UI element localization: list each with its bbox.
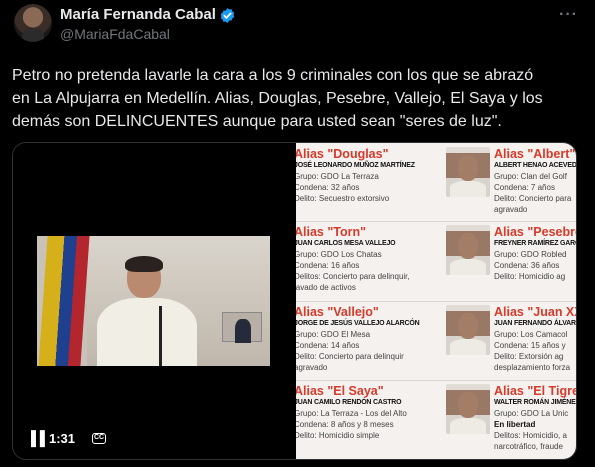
card-name: JUAN CARLOS MESA VALLEJO	[296, 240, 396, 247]
card-detail: Condena: 32 años	[296, 183, 360, 192]
infographic-card: Alias "Albert" ALBERT HENAO ACEVEDO Grup…	[494, 147, 577, 221]
infographic-card: Alias "El Saya" JUAN CAMILO RENDÓN CASTR…	[296, 384, 444, 458]
tweet-text: Petro no pretenda lavarle la cara a los …	[12, 64, 584, 133]
card-alias: Alias "El Saya"	[296, 384, 384, 398]
tweet-line: demás son DELINCUENTES aunque para usted…	[12, 113, 502, 130]
mugshot-photo	[446, 225, 490, 275]
mugshot-photo	[446, 305, 490, 355]
card-alias: Alias "Douglas"	[296, 147, 389, 161]
video-time: 1:31	[49, 431, 76, 446]
card-detail: Condena: 16 años	[296, 261, 360, 270]
card-detail: Grupo: GDO La Terraza	[296, 172, 379, 181]
card-detail: Grupo: La Terraza - Los del Alto	[296, 409, 407, 418]
card-alias: Alias "Torn"	[296, 225, 367, 239]
card-detail: lavado de activos	[296, 283, 356, 292]
card-name: JORGE DE JESÚS VALLEJO ALARCÓN	[296, 320, 420, 327]
card-detail: Delito: Homicidio simple	[296, 431, 380, 440]
infographic-card: Alias "Vallejo" JORGE DE JESÚS VALLEJO A…	[296, 305, 444, 379]
card-name: JUAN CAMILO RENDÓN CASTRO	[296, 399, 402, 406]
mugshot-photo	[446, 147, 490, 197]
captions-icon[interactable]: CC	[92, 433, 106, 444]
card-detail: Delito: Extorsión ag	[494, 352, 564, 361]
card-detail: Delitos: Homicidio, a	[494, 431, 567, 440]
card-detail: Grupo: GDO El Mesa	[296, 330, 371, 339]
sign-language-inset	[222, 312, 262, 343]
infographic-card: Alias "El Tigre" WALTER ROMÁN JIMÉNEZ Gr…	[494, 384, 577, 458]
card-detail: Grupo: Los Camacol	[494, 330, 568, 339]
card-alias: Alias "Juan XXII	[494, 305, 576, 319]
card-detail: agravado	[296, 363, 328, 372]
card-detail: Delito: Secuestro extorsivo	[296, 194, 390, 203]
divider	[296, 301, 576, 302]
card-detail: Delito: Concierto para	[494, 194, 572, 203]
tweet-line: Petro no pretenda lavarle la cara a los …	[12, 67, 534, 84]
speaker-figure	[97, 256, 197, 366]
author-avatar[interactable]	[14, 4, 52, 42]
card-name: JOSÉ LEONARDO MUÑOZ MARTÍNEZ	[296, 162, 415, 169]
card-detail: Grupo: Clan del Golf	[494, 172, 567, 181]
card-detail: Delito: Concierto para delinquir	[296, 352, 404, 361]
author-handle[interactable]: @MariaFdaCabal	[60, 26, 170, 42]
divider	[296, 221, 576, 222]
card-name: ALBERT HENAO ACEVEDO	[494, 162, 577, 169]
card-detail: Delito: Homicidio ag	[494, 272, 566, 281]
infographic-card: Alias "Pesebre" FREYNER RAMÍREZ GARCÍA G…	[494, 225, 576, 299]
microphone	[159, 306, 162, 366]
card-name: WALTER ROMÁN JIMÉNEZ	[494, 399, 577, 406]
card-alias: Alias "El Tigre"	[494, 384, 577, 398]
verified-badge-icon	[220, 8, 235, 23]
card-detail: narcotráfico, fraude	[494, 442, 563, 451]
colombia-flag	[38, 236, 90, 366]
card-name: FREYNER RAMÍREZ GARCÍA	[494, 240, 576, 247]
card-name: JUAN FERNANDO ÁLVAREZ	[494, 320, 577, 327]
card-detail: Grupo: GDO Robled	[494, 250, 567, 259]
card-detail: Grupo: GDO La Unic	[494, 409, 569, 418]
tweet-media[interactable]: ▌▌ 1:31 CC Alias "Douglas" JOSÉ LEONARDO…	[12, 142, 577, 460]
video-player[interactable]: ▌▌ 1:31 CC	[13, 143, 296, 459]
pause-icon[interactable]: ▌▌	[31, 430, 50, 446]
author-name[interactable]: María Fernanda Cabal	[60, 6, 216, 23]
card-alias: Alias "Albert"	[494, 147, 576, 161]
video-controls: ▌▌ 1:31 CC	[13, 430, 296, 459]
card-detail: En libertad	[494, 420, 536, 429]
card-detail: Delitos: Concierto para delinquir,	[296, 272, 410, 281]
card-detail: Condena: 14 años	[296, 341, 360, 350]
card-detail: Condena: 15 años y	[494, 341, 566, 350]
mugshot-photo	[446, 384, 490, 434]
card-detail: Condena: 36 años	[494, 261, 560, 270]
infographic-card: Alias "Juan XXII JUAN FERNANDO ÁLVAREZ G…	[494, 305, 577, 379]
more-options-icon[interactable]: ···	[559, 6, 578, 24]
divider	[296, 380, 576, 381]
infographic-card: Alias "Douglas" JOSÉ LEONARDO MUÑOZ MART…	[296, 147, 444, 221]
criminals-infographic[interactable]: Alias "Douglas" JOSÉ LEONARDO MUÑOZ MART…	[296, 143, 577, 459]
card-detail: agravado	[494, 205, 528, 214]
card-detail: Grupo: GDO Los Chatas	[296, 250, 382, 259]
card-alias: Alias "Pesebre"	[494, 225, 576, 239]
card-detail: Condena: 7 años	[494, 183, 555, 192]
tweet-line: en La Alpujarra en Medellín. Alias, Doug…	[12, 90, 543, 107]
card-alias: Alias "Vallejo"	[296, 305, 379, 319]
card-detail: desplazamiento forza	[494, 363, 571, 372]
video-frame[interactable]	[37, 236, 270, 366]
card-detail: Condena: 8 años y 8 meses	[296, 420, 394, 429]
infographic-card: Alias "Torn" JUAN CARLOS MESA VALLEJO Gr…	[296, 225, 444, 299]
